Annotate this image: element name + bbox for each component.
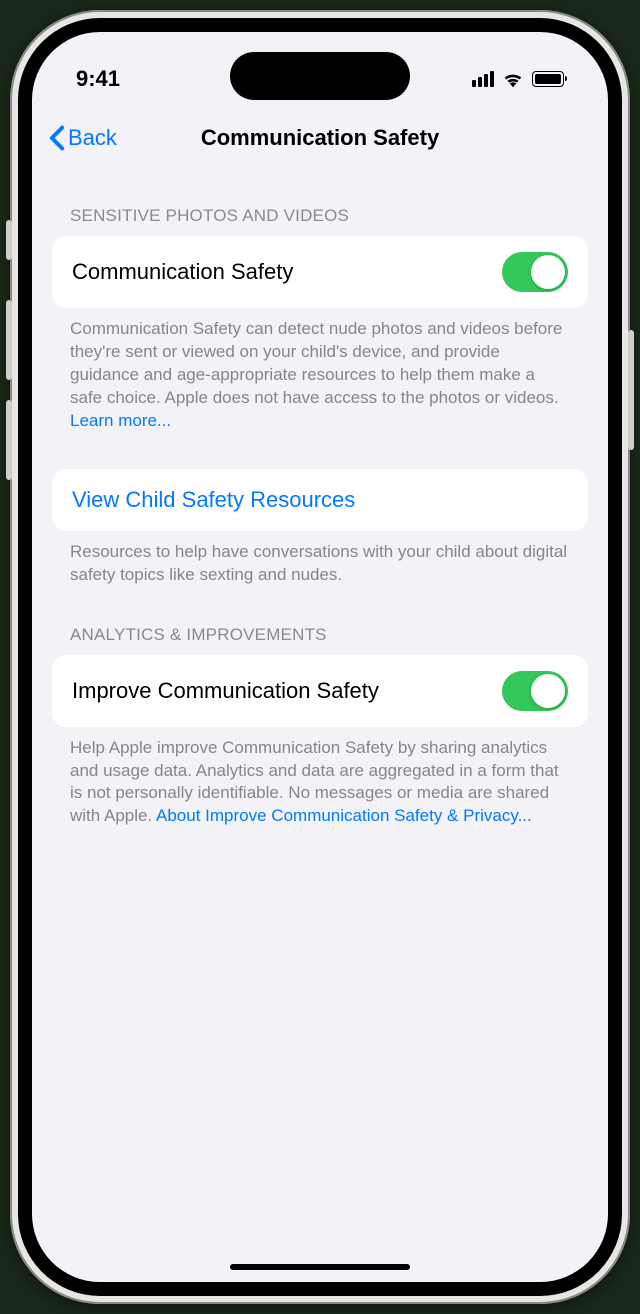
nav-bar: Back Communication Safety xyxy=(32,108,608,168)
back-label: Back xyxy=(68,125,117,151)
improve-communication-safety-toggle[interactable] xyxy=(502,671,568,711)
mute-switch xyxy=(6,220,12,260)
about-privacy-link[interactable]: About Improve Communication Safety & Pri… xyxy=(156,806,532,825)
learn-more-link[interactable]: Learn more... xyxy=(70,411,171,430)
content: SENSITIVE PHOTOS AND VIDEOS Communicatio… xyxy=(32,168,608,828)
communication-safety-toggle[interactable] xyxy=(502,252,568,292)
power-button xyxy=(628,330,634,450)
page-title: Communication Safety xyxy=(201,125,439,151)
toggle-knob xyxy=(531,255,565,289)
status-icons xyxy=(472,70,564,88)
battery-icon xyxy=(532,71,564,87)
section-header-analytics: ANALYTICS & IMPROVEMENTS xyxy=(52,587,588,655)
section-footer-analytics: Help Apple improve Communication Safety … xyxy=(52,727,588,829)
row-communication-safety: Communication Safety xyxy=(52,236,588,308)
phone-frame: 9:41 xyxy=(10,10,630,1304)
cellular-signal-icon xyxy=(472,71,494,87)
toggle-knob xyxy=(531,674,565,708)
volume-up-button xyxy=(6,300,12,380)
view-child-safety-resources-link[interactable]: View Child Safety Resources xyxy=(52,469,588,531)
list-group-improve: Improve Communication Safety xyxy=(52,655,588,727)
volume-down-button xyxy=(6,400,12,480)
chevron-left-icon xyxy=(48,125,66,151)
status-time: 9:41 xyxy=(76,66,120,92)
phone-bezel: 9:41 xyxy=(18,18,622,1296)
wifi-icon xyxy=(502,70,524,88)
home-indicator[interactable] xyxy=(230,1264,410,1270)
section-footer-sensitive: Communication Safety can detect nude pho… xyxy=(52,308,588,433)
list-group-communication-safety: Communication Safety xyxy=(52,236,588,308)
footer-text: Communication Safety can detect nude pho… xyxy=(70,319,562,407)
improve-communication-safety-label: Improve Communication Safety xyxy=(72,678,379,704)
row-improve-communication-safety: Improve Communication Safety xyxy=(52,655,588,727)
list-group-resources: View Child Safety Resources xyxy=(52,469,588,531)
section-footer-resources: Resources to help have conversations wit… xyxy=(52,531,588,587)
back-button[interactable]: Back xyxy=(48,125,117,151)
screen: 9:41 xyxy=(32,32,608,1282)
dynamic-island xyxy=(230,52,410,100)
footer-text: Resources to help have conversations wit… xyxy=(70,542,567,584)
communication-safety-label: Communication Safety xyxy=(72,259,293,285)
section-header-sensitive: SENSITIVE PHOTOS AND VIDEOS xyxy=(52,168,588,236)
